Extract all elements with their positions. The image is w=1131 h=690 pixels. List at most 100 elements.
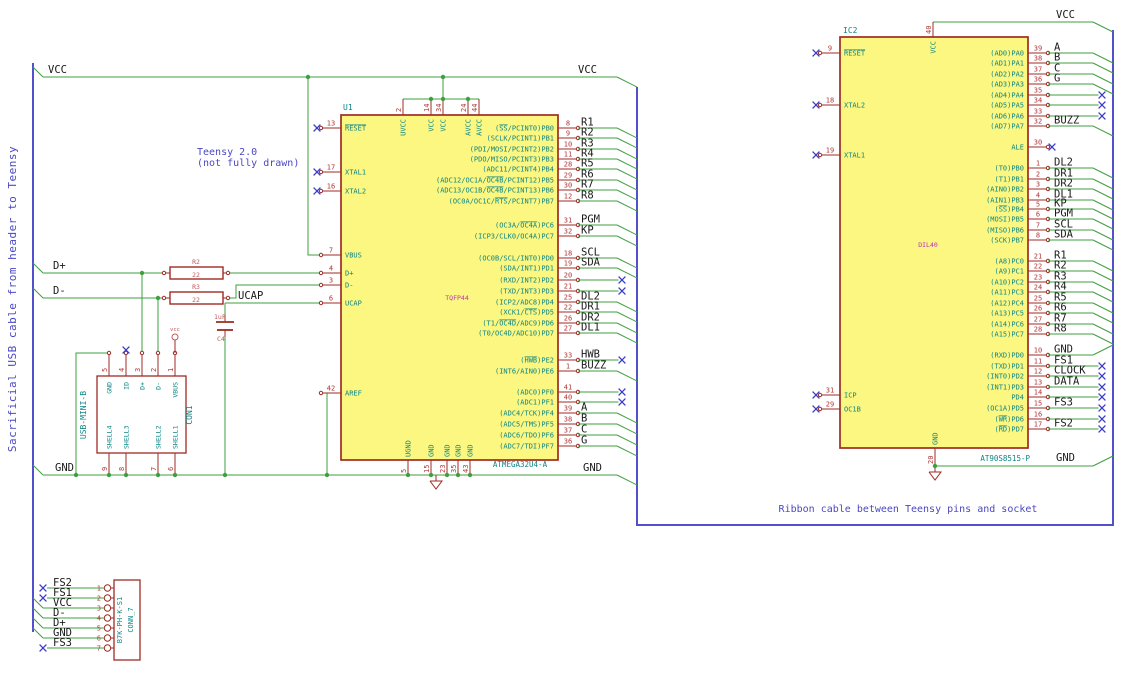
pin-end (155, 350, 161, 356)
pin-number: 7 (150, 467, 158, 471)
pin-end (318, 390, 324, 396)
ref-label: R2 (192, 258, 200, 266)
pin-name: RESET (345, 125, 367, 133)
pin-end (318, 169, 324, 175)
pin-name: UVCC (400, 119, 408, 136)
pin-end (103, 644, 112, 652)
vcc-symbol-label: vcc (170, 327, 180, 333)
pin-number: 25 (1034, 295, 1042, 303)
pin-number: 12 (564, 193, 572, 201)
pin-name: (ADC4/TCK)PF4 (499, 410, 554, 418)
ref-label: CONN_7 (127, 607, 135, 632)
pin-name: VBUS (172, 382, 180, 398)
pin-name: (WR)PD6 (994, 416, 1024, 424)
pin-number: 7 (1036, 222, 1040, 230)
bus-entry (616, 168, 638, 180)
bus-entry (1092, 239, 1114, 251)
net-label: FS3 (53, 637, 72, 649)
pin-name: (ADC6/TDO)PF6 (499, 432, 554, 440)
pin-number: 27 (1034, 316, 1042, 324)
bus-entry (1092, 208, 1114, 220)
pin-end (318, 300, 324, 306)
net-label: GND (583, 462, 602, 474)
pin-name: (INT6/AIN0)PE6 (495, 368, 554, 376)
bus-entry (616, 189, 638, 201)
pin-name: SHELL3 (123, 425, 131, 449)
pin-end (103, 624, 112, 632)
pin-end (318, 282, 324, 288)
pin-name: GND (106, 382, 114, 394)
junction-dot (324, 472, 330, 478)
bus-entry (32, 627, 44, 639)
pin-name: (AD0)PA0 (990, 50, 1024, 58)
value-label: 1uF (214, 313, 226, 321)
bus-entry (616, 137, 638, 149)
pin-name: (AD2)PA2 (990, 71, 1024, 79)
net-label: SDA (581, 257, 601, 269)
pin-number: 24 (460, 104, 468, 112)
pin-number: 2 (395, 108, 403, 112)
bus-entry (616, 301, 638, 313)
pin-number: 13 (327, 120, 335, 128)
bus-entry (1092, 270, 1114, 282)
pin-name: GND (932, 432, 940, 445)
pin-name: (ADC7/TDI)PF7 (499, 443, 554, 451)
pin-number: 22 (1034, 263, 1042, 271)
pin-name: (OC3A/OC4A)PC6 (495, 222, 554, 230)
pin-name: (ADC0)PF0 (516, 389, 554, 397)
ref-label: IC2 (843, 26, 858, 35)
pin-number: 12 (1034, 368, 1042, 376)
note-teensy-subtitle: (not fully drawn) (197, 158, 300, 169)
pin-number: 19 (564, 260, 572, 268)
junction-dot (305, 74, 311, 80)
pin-number: 25 (564, 294, 572, 302)
pin-name: (OC1A)PD5 (986, 405, 1024, 413)
pin-name: (TXD/INT3)PD3 (499, 288, 554, 296)
pin-end (1045, 144, 1051, 150)
wire (307, 77, 321, 256)
pin-number: 11 (1034, 358, 1042, 366)
pin-number: 23 (439, 465, 447, 473)
pin-name: (AIN0)PB2 (986, 186, 1024, 194)
pin-name: (MOSI)PB5 (986, 216, 1024, 224)
pin-number: 18 (826, 97, 834, 105)
pin-name: ALE (1011, 144, 1024, 152)
pin-end (817, 50, 823, 56)
bus-entry (616, 445, 638, 457)
pin-number: 15 (1034, 400, 1042, 408)
pin-name: (SCLK/PCINT1)PB1 (487, 135, 554, 143)
net-label: D- (53, 285, 66, 297)
pin-end (318, 188, 324, 194)
pin-number: 11 (564, 151, 572, 159)
pin-number: 40 (925, 26, 933, 34)
pin-number: 5 (400, 469, 408, 473)
pin-name: (A14)PC6 (990, 321, 1024, 329)
pin-number: 33 (1034, 108, 1042, 116)
pin-name: (ICP2/ADC8)PD4 (495, 299, 554, 307)
junction-dot (123, 472, 129, 478)
pin-name: GND (444, 444, 452, 457)
junction-dot (428, 472, 434, 478)
pin-number: 24 (1034, 284, 1042, 292)
junction-dot (106, 472, 112, 478)
pin-number: 41 (564, 384, 572, 392)
bus-entry (1092, 73, 1114, 85)
pin-end (318, 125, 324, 131)
pin-number: 36 (564, 438, 572, 446)
pin-number: 29 (564, 172, 572, 180)
part-label: ATMEGA32U4-A (493, 460, 548, 469)
pin-number: 29 (826, 401, 834, 409)
net-label: VCC (48, 64, 67, 76)
vcc-symbol-icon (171, 333, 179, 341)
bus-entry (616, 370, 638, 382)
pin-number: 6 (167, 467, 175, 471)
pin-name: D+ (345, 270, 353, 278)
bus-entry (32, 287, 44, 299)
junction-dot (222, 472, 228, 478)
pin-end (225, 270, 231, 276)
pin-number: 5 (101, 368, 109, 372)
pin-name: UCAP (345, 300, 362, 308)
bus-entry (1092, 178, 1114, 190)
bus-entry (616, 423, 638, 435)
pin-name: GND (428, 444, 436, 457)
